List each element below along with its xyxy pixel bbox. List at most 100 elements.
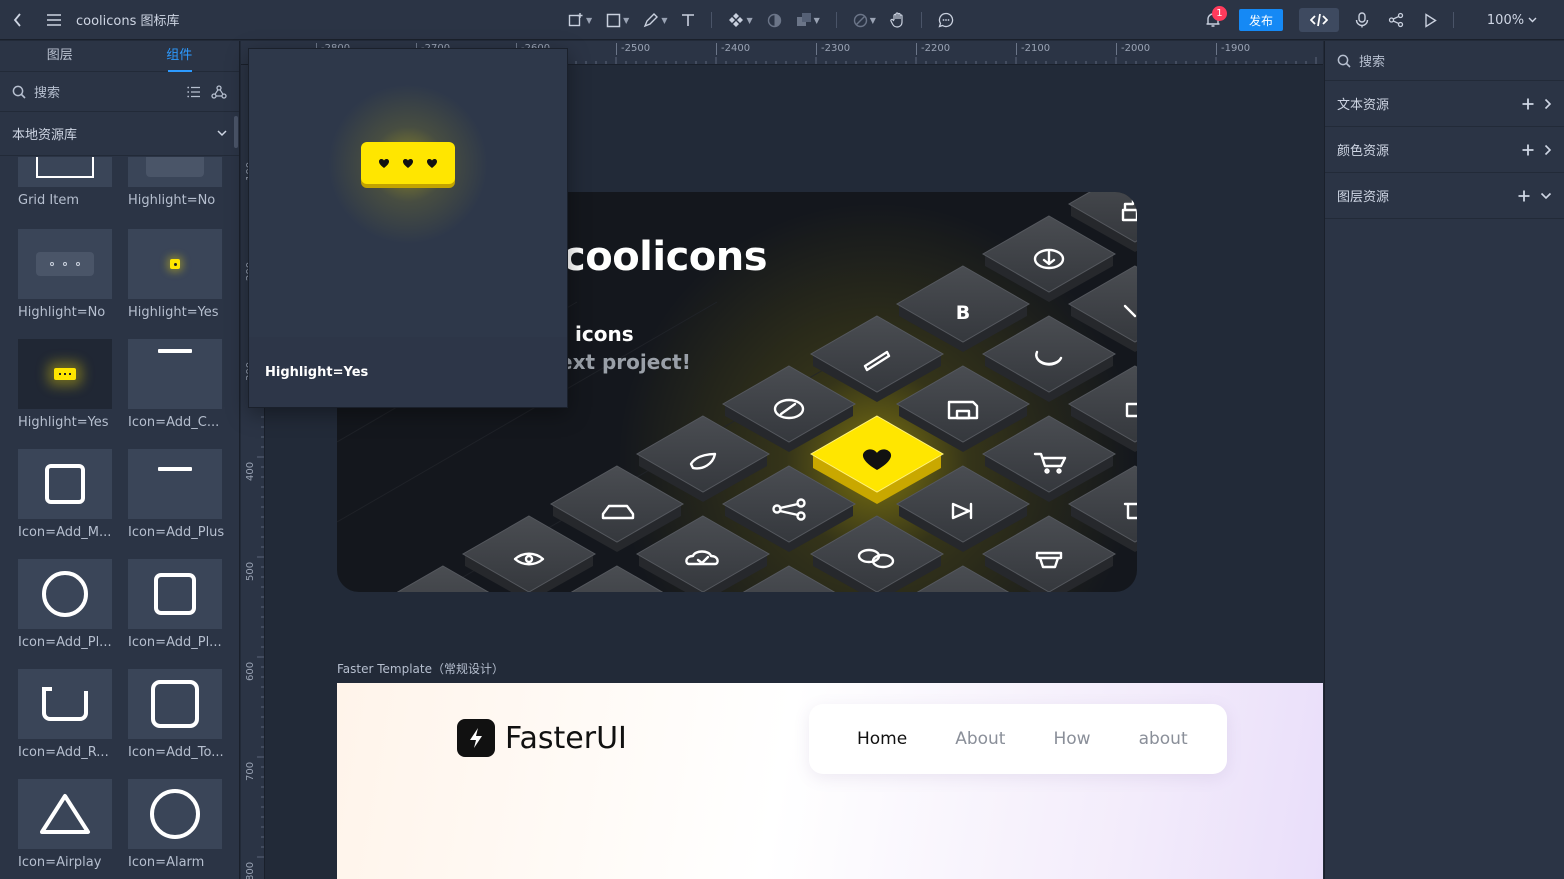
component-thumbnail [18, 779, 112, 849]
component-item[interactable]: Highlight=Yes [18, 339, 112, 430]
layer-assets-row[interactable]: 图层资源 [1325, 173, 1564, 219]
share-button[interactable] [1379, 0, 1413, 40]
pen-tool[interactable]: ▼ [637, 0, 673, 40]
heart-icon [379, 158, 389, 168]
search-input[interactable]: 搜索 [1359, 51, 1385, 70]
component-thumbnail [18, 157, 112, 187]
nav-how[interactable]: How [1053, 729, 1090, 749]
faster-template-artboard[interactable]: FasterUI Home About How about [337, 683, 1323, 879]
library-name: 本地资源库 [12, 128, 78, 143]
hero-title: coolicons [562, 234, 768, 280]
mask-icon [767, 13, 781, 27]
artboard-label[interactable]: Faster Template（常规设计） [337, 660, 504, 677]
component-tool[interactable]: ▼ [722, 0, 758, 40]
component-thumbnail [128, 559, 222, 629]
color-assets-row[interactable]: 颜色资源 [1325, 127, 1564, 173]
left-panel-tabs: 图层 组件 [0, 41, 239, 72]
disable-tool[interactable]: ▼ [847, 0, 882, 40]
component-thumbnail [18, 449, 112, 519]
brand-name: FasterUI [505, 720, 627, 756]
component-item[interactable]: Icon=Add_C... [128, 339, 222, 430]
library-select[interactable]: 本地资源库 [0, 112, 239, 156]
comment-tool[interactable] [932, 0, 960, 40]
boolean-tool[interactable]: ▼ [790, 0, 826, 40]
component-item[interactable]: Icon=Add_Pl... [18, 559, 112, 650]
component-item[interactable]: Icon=Add_Pl... [128, 559, 222, 650]
component-search[interactable]: 搜索 [0, 72, 239, 112]
component-tree-button[interactable] [211, 84, 227, 99]
search-icon [12, 85, 26, 99]
search-icon [1337, 54, 1351, 68]
component-item[interactable]: Highlight=Yes [128, 229, 222, 320]
hand-tool[interactable] [884, 0, 911, 40]
tab-layers[interactable]: 图层 [0, 41, 120, 71]
notification-button[interactable]: 1 [1193, 0, 1233, 40]
left-panel: 图层 组件 搜索 本地资源库 Grid Item ⌄ Highlight=No [0, 41, 240, 879]
component-thumbnail [18, 559, 112, 629]
text-tool[interactable] [675, 0, 701, 40]
component-thumbnail [128, 339, 222, 409]
chevron-right-icon[interactable] [1544, 98, 1552, 110]
shape-tool[interactable]: ▼ [600, 0, 635, 40]
add-icon[interactable] [1518, 190, 1530, 202]
zoom-select[interactable]: 100% [1460, 13, 1564, 28]
list-icon [187, 86, 200, 97]
component-item[interactable]: Icon=Airplay [18, 779, 112, 869]
component-grid: Grid Item ⌄ Highlight=No Highlight=No [0, 157, 232, 869]
add-icon[interactable] [1522, 98, 1534, 110]
heart-icon [403, 158, 413, 168]
component-item[interactable]: Icon=Add_M... [18, 449, 112, 540]
component-item[interactable]: Icon=Add_R... [18, 669, 112, 760]
comment-icon [938, 12, 954, 28]
component-item[interactable]: Icon=Add_To... [128, 669, 224, 760]
code-icon [1310, 13, 1328, 27]
back-icon[interactable] [0, 0, 36, 40]
boolean-icon [796, 13, 811, 26]
menu-icon[interactable] [36, 0, 72, 40]
chevron-down-icon[interactable] [1540, 192, 1552, 200]
text-assets-row[interactable]: 文本资源 [1325, 81, 1564, 127]
section-title: 图层资源 [1337, 190, 1390, 205]
chevron-down-icon [217, 130, 227, 137]
search-input[interactable]: 搜索 [34, 82, 177, 101]
text-icon [682, 14, 695, 26]
component-item[interactable]: Icon=Alarm [128, 779, 222, 869]
component-item[interactable]: Highlight=No [18, 229, 112, 320]
component-item[interactable]: Icon=Add_Plus [128, 449, 224, 540]
nav-home[interactable]: Home [857, 729, 907, 749]
component-thumbnail [128, 779, 222, 849]
component-thumbnail [18, 669, 112, 739]
publish-button[interactable]: 发布 [1238, 9, 1283, 31]
chevron-right-icon[interactable] [1544, 144, 1552, 156]
document-title: coolicons 图标库 [76, 14, 180, 29]
component-icon [729, 13, 744, 27]
component-item[interactable]: ⌄ Highlight=No [128, 157, 222, 208]
tab-components[interactable]: 组件 [120, 41, 240, 72]
code-mode-button[interactable] [1299, 8, 1339, 32]
insert-tool[interactable]: ▼ [562, 0, 598, 40]
component-preview-popup: Highlight=Yes [248, 48, 568, 408]
hero-subtitle: icons [575, 322, 634, 346]
triangle-icon [40, 794, 90, 834]
component-item[interactable]: Grid Item [18, 157, 112, 208]
nav-about-lower[interactable]: about [1139, 729, 1188, 749]
component-thumbnail: ⌄ [128, 157, 222, 187]
list-view-button[interactable] [187, 86, 201, 98]
nav-about[interactable]: About [955, 729, 1005, 749]
insert-icon [568, 13, 583, 27]
play-icon [1424, 12, 1437, 28]
mask-tool[interactable] [761, 0, 788, 40]
left-panel-scrollbar[interactable] [234, 116, 238, 148]
hero-tagline: ext project! [559, 350, 691, 374]
add-icon[interactable] [1522, 144, 1534, 156]
lightning-icon [457, 719, 495, 757]
asset-search[interactable]: 搜索 [1325, 41, 1564, 81]
component-thumbnail [18, 339, 112, 409]
preview-button[interactable] [1413, 0, 1447, 40]
microphone-button[interactable] [1345, 0, 1379, 40]
component-preview-image [249, 49, 567, 337]
microphone-icon [1355, 12, 1369, 28]
template-nav: Home About How about [809, 704, 1227, 774]
top-toolbar: coolicons 图标库 ▼ ▼ ▼ ▼ ▼ ▼ 1 发布 100% [0, 0, 1564, 40]
section-title: 文本资源 [1337, 98, 1390, 113]
